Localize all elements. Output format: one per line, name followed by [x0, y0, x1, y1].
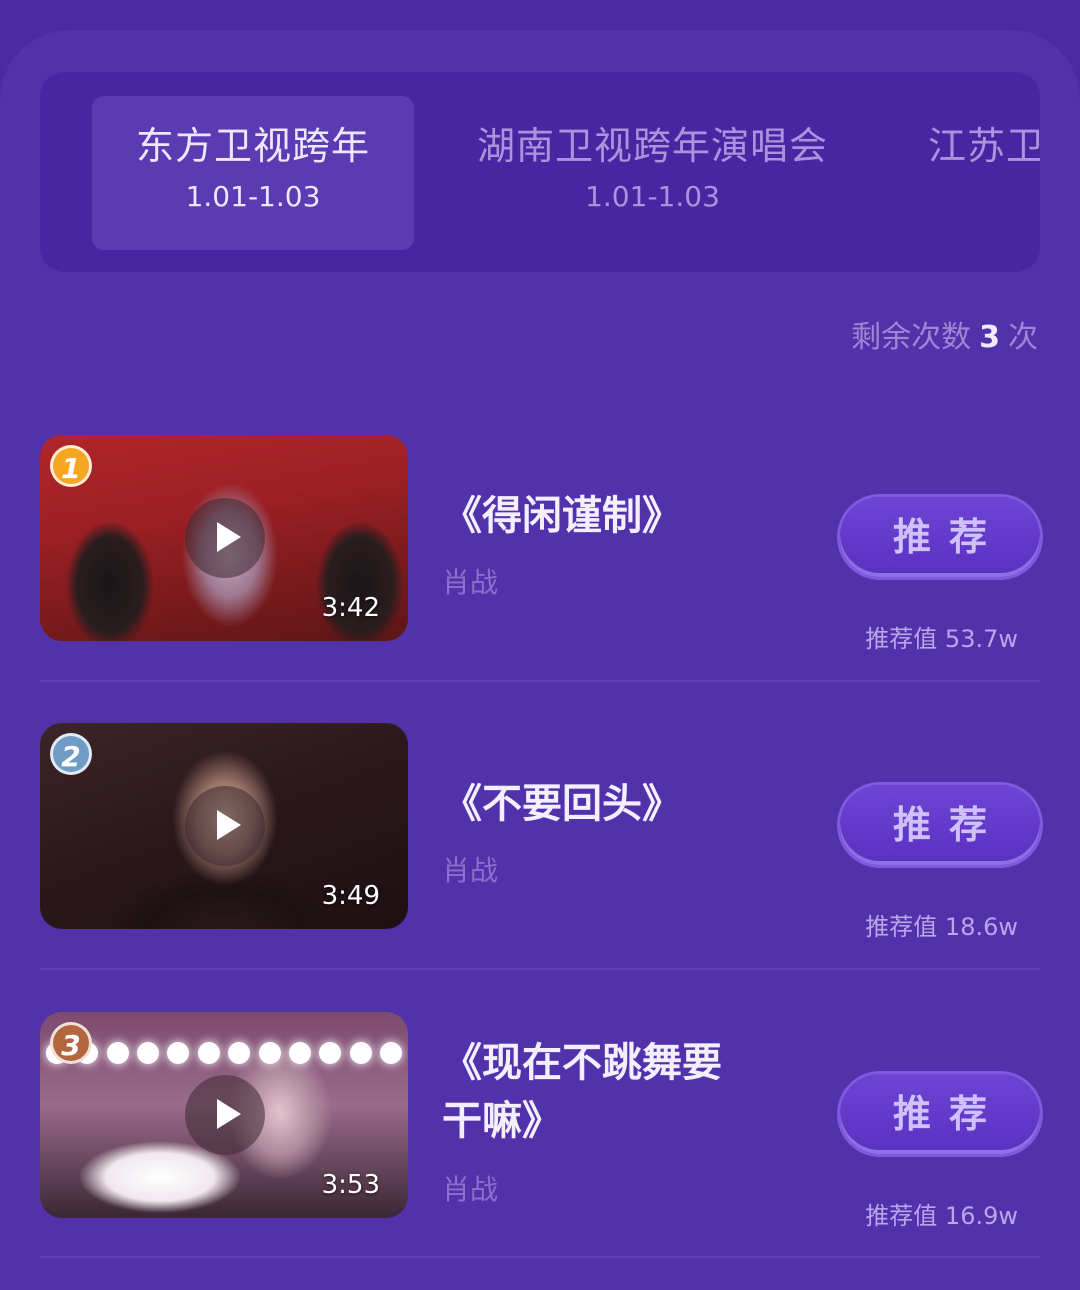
list-item: 3 3:53 《现在不跳舞要 干嘛》 肖战 推荐 推荐值 16.9w — [40, 1012, 1040, 1230]
song-title[interactable]: 《不要回头》 — [442, 775, 842, 833]
video-duration: 3:42 — [321, 593, 380, 623]
divider — [40, 680, 1040, 682]
artist-name: 肖战 — [442, 1173, 499, 1206]
play-icon[interactable] — [185, 1075, 265, 1155]
remaining-label: 剩余次数 — [851, 320, 972, 355]
artist-name: 肖战 — [442, 854, 499, 887]
stage-lights — [40, 1042, 408, 1068]
rank-badge: 3 — [50, 1022, 92, 1064]
tab-date: 1.01-1.03 — [585, 180, 720, 213]
video-thumbnail[interactable]: 2 3:49 — [40, 723, 408, 929]
tab-title: 湖南卫视跨年演唱会 — [476, 124, 828, 168]
remaining-votes: 剩余次数 3 次 — [851, 316, 1038, 360]
tab-date: 1.01-1.03 — [185, 180, 321, 213]
list-item: 2 3:49 《不要回头》 肖战 推荐 推荐值 18.6w — [40, 723, 1040, 941]
tab-title: 江苏卫 — [928, 124, 1040, 168]
recommend-button[interactable]: 推荐 — [840, 497, 1040, 577]
video-duration: 3:49 — [321, 881, 380, 911]
recommend-button[interactable]: 推荐 — [840, 785, 1040, 865]
artist-name: 肖战 — [442, 566, 499, 599]
rank-badge: 1 — [50, 445, 92, 487]
tab-title: 东方卫视跨年 — [135, 124, 370, 168]
video-thumbnail[interactable]: 1 3:42 — [40, 435, 408, 641]
remaining-count: 3 — [979, 320, 1000, 355]
play-icon[interactable] — [185, 498, 265, 578]
concert-tabs: 东方卫视跨年 1.01-1.03 湖南卫视跨年演唱会 1.01-1.03 江苏卫 — [40, 72, 1040, 272]
divider — [40, 968, 1040, 970]
remaining-unit: 次 — [1008, 320, 1038, 355]
song-title[interactable]: 《得闲谨制》 — [442, 487, 842, 545]
recommend-value: 推荐值 18.6w — [865, 913, 1018, 941]
song-title[interactable]: 《现在不跳舞要 干嘛》 — [442, 1034, 842, 1150]
play-icon[interactable] — [185, 786, 265, 866]
tab-dragon-tv[interactable]: 东方卫视跨年 1.01-1.03 — [92, 96, 414, 250]
list-item: 1 3:42 《得闲谨制》 肖战 推荐 推荐值 53.7w — [40, 435, 1040, 653]
page: 东方卫视跨年 1.01-1.03 湖南卫视跨年演唱会 1.01-1.03 江苏卫… — [0, 0, 1080, 1290]
video-thumbnail[interactable]: 3 3:53 — [40, 1012, 408, 1218]
video-duration: 3:53 — [321, 1170, 380, 1200]
recommend-button[interactable]: 推荐 — [840, 1074, 1040, 1154]
tab-hunan-tv[interactable]: 湖南卫视跨年演唱会 1.01-1.03 — [450, 96, 855, 250]
rank-badge: 2 — [50, 733, 92, 775]
divider — [40, 1256, 1040, 1258]
tab-jiangsu-tv[interactable]: 江苏卫 — [928, 96, 1040, 250]
recommend-value: 推荐值 16.9w — [865, 1202, 1018, 1230]
recommend-value: 推荐值 53.7w — [865, 625, 1018, 653]
